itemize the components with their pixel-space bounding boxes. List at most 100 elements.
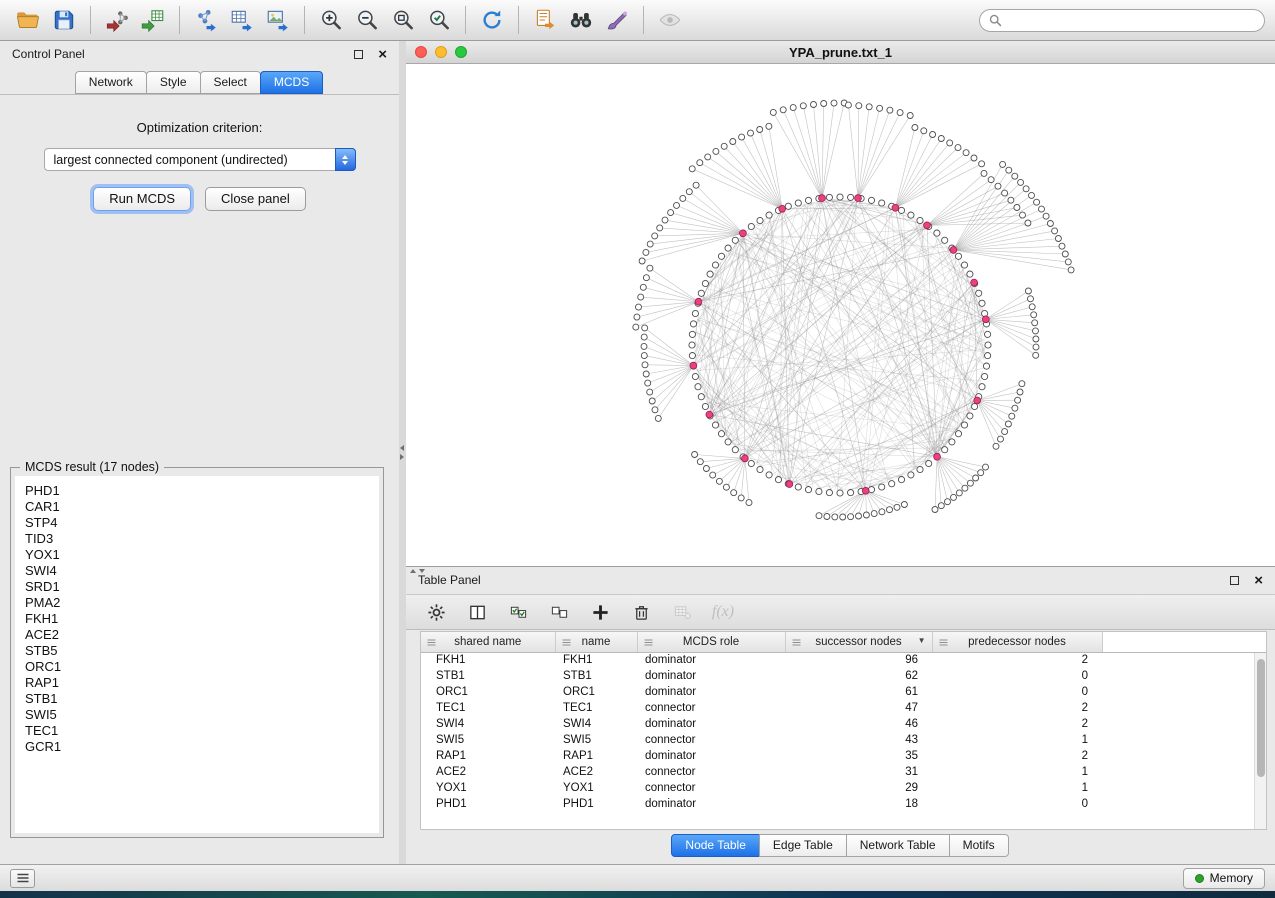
first-neighbors-button[interactable] [563, 3, 599, 37]
predecessor-nodes-cell[interactable]: 1 [932, 732, 1102, 748]
zoom-fit-button[interactable] [385, 3, 421, 37]
mcds-role-cell[interactable]: dominator [637, 716, 785, 732]
window-zoom-button[interactable] [455, 46, 467, 58]
successor-nodes-cell[interactable]: 31 [785, 764, 932, 780]
successor-nodes-cell[interactable]: 29 [785, 780, 932, 796]
predecessor-nodes-cell[interactable]: 0 [932, 796, 1102, 812]
window-minimize-button[interactable] [435, 46, 447, 58]
mcds-role-cell[interactable]: connector [637, 764, 785, 780]
name-cell[interactable]: SWI4 [555, 716, 637, 732]
tab-select[interactable]: Select [200, 71, 261, 94]
shared-name-cell[interactable]: SWI5 [421, 732, 555, 748]
shared-name-cell[interactable]: RAP1 [421, 748, 555, 764]
name-cell[interactable]: TEC1 [555, 700, 637, 716]
table-row[interactable]: SWI4SWI4dominator462 [421, 716, 1266, 732]
window-close-button[interactable] [415, 46, 427, 58]
table-row[interactable]: ACE2ACE2connector311 [421, 764, 1266, 780]
tab-edge-table[interactable]: Edge Table [759, 834, 847, 857]
mcds-node-item[interactable]: FKH1 [25, 611, 369, 627]
shared-name-cell[interactable]: YOX1 [421, 780, 555, 796]
shared-name-cell[interactable]: ACE2 [421, 764, 555, 780]
network-window-titlebar[interactable]: YPA_prune.txt_1 [406, 41, 1275, 64]
export-network-button[interactable] [188, 3, 224, 37]
tab-mcds[interactable]: MCDS [260, 71, 323, 94]
tab-node-table[interactable]: Node Table [671, 834, 760, 857]
shared-name-cell[interactable]: PHD1 [421, 796, 555, 812]
mcds-role-cell[interactable]: dominator [637, 668, 785, 684]
shared-name-cell[interactable]: SWI4 [421, 716, 555, 732]
zoom-out-button[interactable] [349, 3, 385, 37]
zoom-in-button[interactable] [313, 3, 349, 37]
network-graph[interactable] [406, 64, 1275, 566]
mcds-node-item[interactable]: ACE2 [25, 627, 369, 643]
import-table-button[interactable] [135, 3, 171, 37]
mcds-node-item[interactable]: GCR1 [25, 739, 369, 755]
column-header-predecessor-nodes[interactable]: predecessor nodes [932, 632, 1102, 652]
delete-row-button[interactable] [629, 600, 653, 624]
mcds-node-item[interactable]: CAR1 [25, 499, 369, 515]
mcds-node-item[interactable]: SWI4 [25, 563, 369, 579]
mcds-node-item[interactable]: ORC1 [25, 659, 369, 675]
mcds-role-cell[interactable]: connector [637, 780, 785, 796]
panel-menu-button[interactable] [10, 869, 35, 888]
predecessor-nodes-cell[interactable]: 0 [932, 668, 1102, 684]
successor-nodes-cell[interactable]: 46 [785, 716, 932, 732]
mcds-role-cell[interactable]: dominator [637, 748, 785, 764]
mcds-node-item[interactable]: YOX1 [25, 547, 369, 563]
function-builder-button[interactable]: f(x) [711, 600, 735, 624]
predecessor-nodes-cell[interactable]: 2 [932, 748, 1102, 764]
mcds-role-cell[interactable]: connector [637, 700, 785, 716]
mcds-result-list[interactable]: PHD1CAR1STP4TID3YOX1SWI4SRD1PMA2FKH1ACE2… [15, 476, 379, 833]
export-image-button[interactable] [260, 3, 296, 37]
shared-name-cell[interactable]: STB1 [421, 668, 555, 684]
column-selector-button[interactable] [465, 600, 489, 624]
column-header-successor-nodes[interactable]: successor nodes▼ [785, 632, 932, 652]
name-cell[interactable]: YOX1 [555, 780, 637, 796]
name-cell[interactable]: ORC1 [555, 684, 637, 700]
refresh-button[interactable] [474, 3, 510, 37]
select-all-button[interactable] [506, 600, 530, 624]
open-folder-button[interactable] [10, 3, 46, 37]
predecessor-nodes-cell[interactable]: 2 [932, 700, 1102, 716]
mcds-node-item[interactable]: PHD1 [25, 483, 369, 499]
mcds-node-item[interactable]: SRD1 [25, 579, 369, 595]
table-row[interactable]: PHD1PHD1dominator180 [421, 796, 1266, 812]
name-cell[interactable]: STB1 [555, 668, 637, 684]
clone-network-button[interactable] [527, 3, 563, 37]
mcds-node-item[interactable]: PMA2 [25, 595, 369, 611]
table-row[interactable]: STB1STB1dominator620 [421, 668, 1266, 684]
mcds-node-item[interactable]: TEC1 [25, 723, 369, 739]
close-panel-button[interactable]: Close panel [205, 187, 306, 211]
mcds-role-cell[interactable]: dominator [637, 684, 785, 700]
table-row[interactable]: YOX1YOX1connector291 [421, 780, 1266, 796]
mcds-node-item[interactable]: TID3 [25, 531, 369, 547]
save-button[interactable] [46, 3, 82, 37]
search-box[interactable] [979, 9, 1265, 32]
name-cell[interactable]: PHD1 [555, 796, 637, 812]
predecessor-nodes-cell[interactable]: 1 [932, 780, 1102, 796]
close-panel-icon[interactable]: × [378, 47, 387, 62]
add-row-button[interactable] [588, 600, 612, 624]
table-row[interactable]: SWI5SWI5connector431 [421, 732, 1266, 748]
name-cell[interactable]: SWI5 [555, 732, 637, 748]
delete-table-button[interactable] [670, 600, 694, 624]
vizmap-button[interactable] [599, 3, 635, 37]
table-row[interactable]: TEC1TEC1connector472 [421, 700, 1266, 716]
name-cell[interactable]: FKH1 [555, 652, 637, 668]
successor-nodes-cell[interactable]: 62 [785, 668, 932, 684]
column-header-name[interactable]: name [555, 632, 637, 652]
mcds-role-cell[interactable]: dominator [637, 796, 785, 812]
predecessor-nodes-cell[interactable]: 0 [932, 684, 1102, 700]
run-mcds-button[interactable]: Run MCDS [93, 187, 191, 211]
mcds-node-item[interactable]: STB1 [25, 691, 369, 707]
column-header-mcds-role[interactable]: MCDS role [637, 632, 785, 652]
search-input[interactable] [1008, 13, 1255, 27]
successor-nodes-cell[interactable]: 96 [785, 652, 932, 668]
deselect-all-button[interactable] [547, 600, 571, 624]
mcds-node-item[interactable]: RAP1 [25, 675, 369, 691]
shared-name-cell[interactable]: ORC1 [421, 684, 555, 700]
mcds-role-cell[interactable]: connector [637, 732, 785, 748]
gear-button[interactable] [424, 600, 448, 624]
predecessor-nodes-cell[interactable]: 1 [932, 764, 1102, 780]
successor-nodes-cell[interactable]: 43 [785, 732, 932, 748]
